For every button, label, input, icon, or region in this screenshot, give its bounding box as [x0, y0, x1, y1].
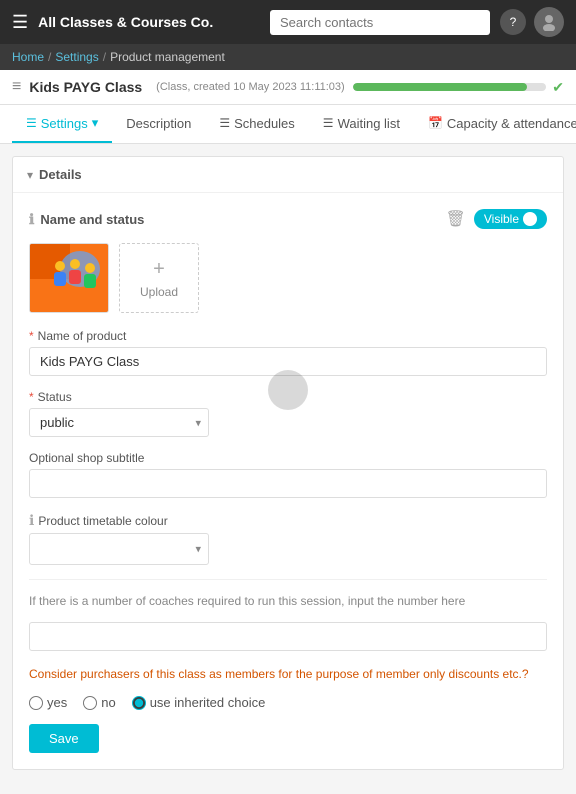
- toggle-dot: [523, 212, 537, 226]
- visible-toggle[interactable]: Visible: [474, 209, 547, 229]
- name-required-star: *: [29, 329, 34, 343]
- colour-info-icon: ℹ: [29, 512, 34, 529]
- upload-button[interactable]: + Upload: [119, 243, 199, 313]
- colour-field-group: ℹ Product timetable colour ▾: [29, 512, 547, 565]
- image-upload-row: + Upload: [29, 243, 547, 313]
- breadcrumb-current: Product management: [110, 50, 225, 64]
- breadcrumb-sep-2: /: [103, 50, 106, 64]
- breadcrumb-settings[interactable]: Settings: [55, 50, 98, 64]
- section-header[interactable]: ▾ Details: [13, 157, 563, 193]
- avatar[interactable]: [534, 7, 564, 37]
- tab-schedules[interactable]: ☰ Schedules: [205, 106, 308, 143]
- colour-select-wrapper: ▾: [29, 533, 209, 565]
- subtitle-label-text: Optional shop subtitle: [29, 451, 144, 465]
- radio-inherited-input[interactable]: [132, 696, 146, 710]
- waiting-tab-icon: ☰: [323, 116, 334, 130]
- name-status-title: Name and status: [40, 212, 144, 227]
- tab-capacity-label: Capacity & attendance: [447, 116, 576, 131]
- subtitle-input[interactable]: [29, 469, 547, 498]
- breadcrumb-home[interactable]: Home: [12, 50, 44, 64]
- upload-plus-icon: +: [153, 258, 165, 281]
- progress-bar: [353, 83, 547, 91]
- name-field-group: * Name of product: [29, 329, 547, 376]
- tab-settings-arrow: ▾: [92, 115, 99, 131]
- progress-check-icon: ✔: [552, 79, 564, 96]
- status-select[interactable]: public private draft: [29, 408, 209, 437]
- form-body: ℹ Name and status 🗑 Visible: [13, 193, 563, 769]
- status-label-text: Status: [38, 390, 72, 404]
- radio-inherited-label: use inherited choice: [150, 695, 266, 710]
- breadcrumb-sep-1: /: [48, 50, 51, 64]
- schedules-tab-icon: ☰: [219, 116, 230, 130]
- sub-header: ≡ Kids PAYG Class (Class, created 10 May…: [0, 70, 576, 105]
- tab-settings[interactable]: ☰ Settings ▾: [12, 105, 112, 143]
- search-input[interactable]: [270, 10, 490, 35]
- delete-icon[interactable]: 🗑: [446, 209, 466, 229]
- header-icons: ?: [500, 7, 564, 37]
- radio-yes-label: yes: [47, 695, 67, 710]
- form-section-header: ℹ Name and status 🗑 Visible: [29, 209, 547, 229]
- coaches-input[interactable]: [29, 622, 547, 651]
- name-input[interactable]: [29, 347, 547, 376]
- tab-waiting-label: Waiting list: [338, 116, 400, 131]
- status-required-star: *: [29, 390, 34, 404]
- tabs-bar: ☰ Settings ▾ Description ☰ Schedules ☰ W…: [0, 105, 576, 144]
- status-field-group: * Status public private draft ▾: [29, 390, 547, 437]
- visible-label: Visible: [484, 212, 519, 226]
- info-icon: ℹ: [29, 211, 34, 228]
- status-label: * Status: [29, 390, 547, 404]
- form-section-title: ℹ Name and status: [29, 211, 144, 228]
- radio-yes-input[interactable]: [29, 696, 43, 710]
- page-title: Kids PAYG Class: [29, 79, 142, 95]
- name-label: * Name of product: [29, 329, 547, 343]
- upload-label: Upload: [140, 285, 178, 299]
- form-section-actions: 🗑 Visible: [446, 209, 547, 229]
- sidebar-toggle[interactable]: ≡: [12, 78, 21, 96]
- logo: All Classes & Courses Co.: [38, 14, 260, 30]
- radio-no-label: no: [101, 695, 115, 710]
- tab-settings-label: Settings: [41, 116, 88, 131]
- subtitle-label: Optional shop subtitle: [29, 451, 547, 465]
- settings-tab-icon: ☰: [26, 116, 37, 130]
- breadcrumb: Home / Settings / Product management: [0, 44, 576, 70]
- details-section: ▾ Details ℹ Name and status 🗑 Visible: [12, 156, 564, 770]
- name-label-text: Name of product: [38, 329, 127, 343]
- help-button[interactable]: ?: [500, 9, 526, 35]
- colour-label: ℹ Product timetable colour: [29, 512, 547, 529]
- tab-schedules-label: Schedules: [234, 116, 295, 131]
- radio-no-input[interactable]: [83, 696, 97, 710]
- colour-label-text: Product timetable colour: [38, 514, 167, 528]
- collapse-icon: ▾: [27, 168, 33, 182]
- header: ☰ All Classes & Courses Co. ?: [0, 0, 576, 44]
- section-title: Details: [39, 167, 82, 182]
- radio-group: yes no use inherited choice: [29, 695, 547, 710]
- members-info-text: Consider purchasers of this class as mem…: [29, 665, 547, 683]
- page-title-meta: (Class, created 10 May 2023 11:11:03): [156, 81, 345, 93]
- colour-select[interactable]: [29, 533, 209, 565]
- tab-capacity[interactable]: 📅 Capacity & attendance: [414, 106, 576, 143]
- radio-no[interactable]: no: [83, 695, 115, 710]
- capacity-tab-icon: 📅: [428, 116, 443, 130]
- subtitle-field-group: Optional shop subtitle: [29, 451, 547, 498]
- radio-inherited[interactable]: use inherited choice: [132, 695, 266, 710]
- status-select-wrapper: public private draft ▾: [29, 408, 209, 437]
- radio-yes[interactable]: yes: [29, 695, 67, 710]
- coaches-info-text: If there is a number of coaches required…: [29, 592, 547, 610]
- progress-bar-container: ✔: [353, 79, 564, 96]
- coaches-field-group: If there is a number of coaches required…: [29, 592, 547, 651]
- menu-icon[interactable]: ☰: [12, 12, 28, 33]
- image-preview-inner: [30, 244, 108, 312]
- progress-bar-fill: [353, 83, 527, 91]
- main-content: ▾ Details ℹ Name and status 🗑 Visible: [0, 144, 576, 794]
- tab-description-label: Description: [126, 116, 191, 131]
- divider-1: [29, 579, 547, 580]
- tab-waiting-list[interactable]: ☰ Waiting list: [309, 106, 414, 143]
- members-field-group: Consider purchasers of this class as mem…: [29, 665, 547, 710]
- image-preview: [29, 243, 109, 313]
- tab-description[interactable]: Description: [112, 106, 205, 143]
- save-button[interactable]: Save: [29, 724, 99, 753]
